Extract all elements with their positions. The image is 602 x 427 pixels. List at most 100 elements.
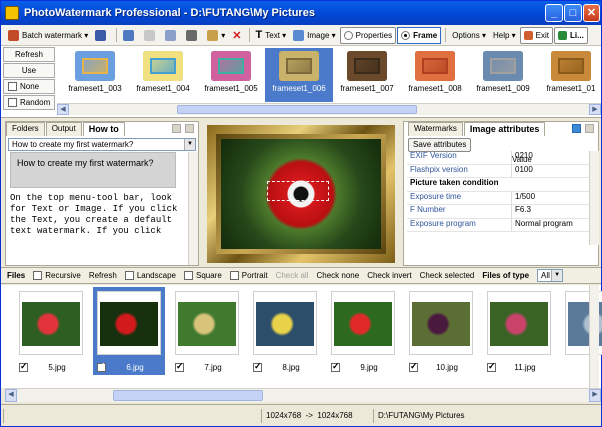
attribute-row[interactable]: EXIF Version 0210 <box>407 151 591 165</box>
thumbnail-checkbox[interactable] <box>253 361 262 372</box>
panel-close-icon[interactable] <box>585 124 594 133</box>
thumbnail-checkbox[interactable] <box>97 361 106 372</box>
batch-icon <box>8 29 19 41</box>
check-invert-button[interactable]: Check invert <box>367 271 411 280</box>
panel-close-icon[interactable] <box>185 124 194 133</box>
attribute-value: 1/500 <box>511 191 591 204</box>
paste-button[interactable]: ▾ <box>204 27 228 44</box>
image-button[interactable]: Image ▾ <box>290 27 338 44</box>
text-button[interactable]: T Text ▾ <box>253 27 290 44</box>
attributes-scrollbar[interactable] <box>589 151 599 245</box>
frame-toggle[interactable]: Frame <box>397 26 442 44</box>
square-checkbox[interactable]: Square <box>183 271 222 280</box>
copy-button[interactable] <box>162 27 182 44</box>
refresh-files-button[interactable]: Refresh <box>89 271 117 280</box>
howto-scrollbar[interactable] <box>188 152 198 265</box>
frame-scrollbar[interactable]: ◀ ▶ <box>57 103 601 115</box>
frame-thumbnail[interactable]: frameset1_008 <box>401 48 469 102</box>
frame-thumbnail[interactable]: frameset1_004 <box>129 48 197 102</box>
frame-thumbnail[interactable]: frameset1_007 <box>333 48 401 102</box>
recursive-checkbox[interactable]: Recursive <box>33 271 81 280</box>
close-button[interactable]: ✕ <box>583 4 600 22</box>
check-selected-button[interactable]: Check selected <box>420 271 475 280</box>
save-attributes-button[interactable]: Save attributes <box>408 138 472 152</box>
refresh-frames-button[interactable]: Refresh <box>3 47 55 62</box>
text-label: Text <box>265 30 280 40</box>
maximize-button[interactable]: □ <box>564 4 582 22</box>
frame-thumbnail[interactable]: frameset1_003 <box>61 48 129 102</box>
attribute-row[interactable]: Exposure time 1/500 <box>407 191 591 205</box>
redo-button[interactable] <box>141 27 161 44</box>
save-button[interactable] <box>92 27 112 44</box>
exit-button[interactable]: Exit <box>519 26 554 44</box>
landscape-checkbox-box <box>124 271 134 280</box>
file-type-value: All <box>541 271 550 280</box>
howto-topic-select[interactable]: How to create my first watermark? ▼ <box>8 138 196 151</box>
options-menu[interactable]: Options ▾ <box>449 27 489 44</box>
scroll-left-arrow[interactable]: ◀ <box>57 104 69 115</box>
portrait-checkbox-box <box>229 271 239 280</box>
thumbs-hscrollbar[interactable]: ◀ ▶ <box>5 388 601 402</box>
portrait-checkbox[interactable]: Portrait <box>229 271 268 280</box>
random-frame-checkbox[interactable]: Random <box>3 95 55 110</box>
file-type-select[interactable]: All ▼ <box>537 269 564 282</box>
thumbnail-checkbox[interactable] <box>19 361 28 372</box>
thumbnail-checkbox[interactable] <box>175 361 184 372</box>
watermark-selection-box[interactable] <box>267 181 329 201</box>
thumbnail-item[interactable]: 5.jpg <box>15 287 87 375</box>
license-button[interactable]: Li... <box>554 26 588 44</box>
help-menu[interactable]: Help ▾ <box>490 27 519 44</box>
minimize-button[interactable]: _ <box>545 4 563 22</box>
undo-button[interactable] <box>120 27 140 44</box>
scroll-right-arrow[interactable]: ▶ <box>589 104 601 115</box>
thumbnail-item[interactable]: 7.jpg <box>171 287 243 375</box>
attribute-row[interactable]: Flashpix version 0100 <box>407 164 591 178</box>
tab-image-attributes[interactable]: Image attributes <box>463 122 546 136</box>
files-of-type-label: Files of type <box>482 271 530 280</box>
chevron-down-icon: ▼ <box>184 139 195 150</box>
scroll-left-arrow[interactable]: ◀ <box>5 389 17 402</box>
check-all-button[interactable]: Check all <box>276 271 309 280</box>
thumbnail-item[interactable]: 9.jpg <box>327 287 399 375</box>
tab-output[interactable]: Output <box>45 122 82 136</box>
delete-button[interactable]: ✕ <box>229 27 244 44</box>
right-panel-tabs: Watermarks Image attributes <box>408 122 546 136</box>
thumbnail-item[interactable]: 8.jpg <box>249 287 321 375</box>
none-frame-checkbox[interactable]: None <box>3 79 55 94</box>
check-none-button[interactable]: Check none <box>316 271 359 280</box>
frame-thumbnail[interactable]: frameset1_01 <box>537 48 602 102</box>
scroll-right-arrow[interactable]: ▶ <box>589 389 601 402</box>
attribute-row[interactable]: Exposure program Normal program <box>407 218 591 232</box>
frame-thumbnail[interactable]: frameset1_009 <box>469 48 537 102</box>
thumbnail-item[interactable]: 10.jpg <box>405 287 477 375</box>
batch-watermark-button[interactable]: Batch watermark ▾ <box>5 27 91 44</box>
panel-pin-icon[interactable] <box>572 124 581 133</box>
thumbs-vscrollbar[interactable] <box>589 285 599 388</box>
app-icon <box>5 6 19 20</box>
landscape-checkbox[interactable]: Landscape <box>124 271 176 280</box>
frame-thumbnail[interactable]: frameset1_005 <box>197 48 265 102</box>
scroll-thumb[interactable] <box>113 390 263 401</box>
tab-watermarks[interactable]: Watermarks <box>408 122 463 136</box>
tab-folders[interactable]: Folders <box>6 122 45 136</box>
attribute-row[interactable]: Picture taken condition <box>407 178 591 192</box>
thumbnail-item[interactable]: 11.jpg <box>483 287 555 375</box>
cut-button[interactable] <box>183 27 203 44</box>
thumbnail-checkbox[interactable] <box>409 361 418 372</box>
thumbnail-checkbox[interactable] <box>331 361 340 372</box>
thumbnail-checkbox[interactable] <box>487 361 496 372</box>
tab-how-to[interactable]: How to <box>82 122 125 136</box>
panel-pin-icon[interactable] <box>172 124 181 133</box>
thumbnail-filename: 9.jpg <box>360 363 378 372</box>
random-checkbox-box <box>8 98 17 108</box>
scroll-thumb[interactable] <box>177 105 417 114</box>
thumbnail-image <box>19 291 83 355</box>
properties-toggle[interactable]: Properties <box>339 26 397 44</box>
use-frame-button[interactable]: Use <box>3 63 55 78</box>
attribute-row[interactable]: F Number F6.3 <box>407 205 591 219</box>
frame-gallery: Refresh Use None Random frameset1_003 fra… <box>1 46 601 118</box>
frame-thumbnail[interactable]: frameset1_006 <box>265 48 333 102</box>
thumbnail-item[interactable]: 6.jpg <box>93 287 165 375</box>
thumbnail-image <box>487 291 551 355</box>
thumbnail-image <box>175 291 239 355</box>
